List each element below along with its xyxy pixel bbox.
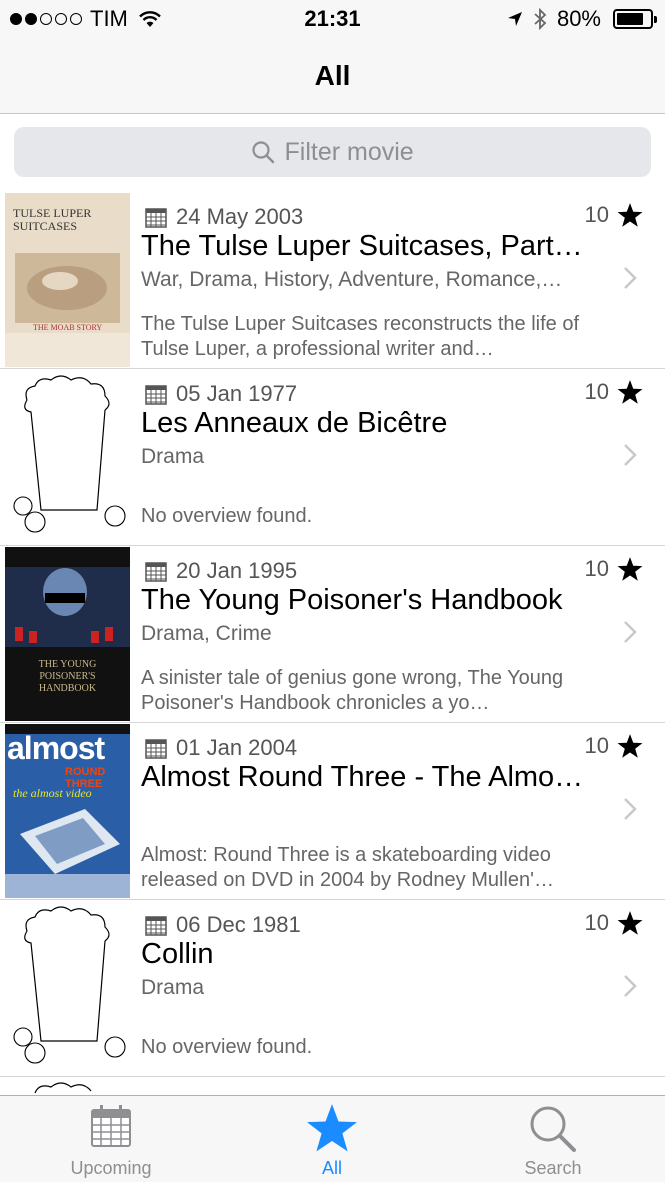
calendar-icon xyxy=(91,1105,131,1147)
rating: 10 xyxy=(585,910,643,936)
chevron-right-icon xyxy=(624,444,637,466)
tab-search[interactable]: Search xyxy=(442,1096,664,1182)
chevron-right-icon xyxy=(624,798,637,820)
tab-bar: Upcoming All Search xyxy=(0,1095,665,1182)
battery-percent: 80% xyxy=(556,6,601,31)
tab-upcoming-label: Upcoming xyxy=(70,1158,152,1178)
movie-title: Collin xyxy=(141,938,214,970)
poster-title-text: almost xyxy=(7,730,105,766)
search-icon xyxy=(251,141,274,164)
bluetooth-icon xyxy=(534,8,547,30)
movie-row[interactable]: THE YOUNG POISONER'S HANDBOOK 20 Jan 199… xyxy=(0,546,665,723)
star-icon xyxy=(617,557,643,581)
calendar-icon xyxy=(145,562,167,582)
movie-row[interactable]: TULSE LUPER SUITCASES THE MOAB STORY 24 … xyxy=(0,192,665,369)
status-bar: TIM 21:31 80% xyxy=(0,0,665,40)
movie-overview: The Tulse Luper Suitcases reconstructs t… xyxy=(141,313,579,360)
status-right: 80% xyxy=(507,6,657,32)
poster-subtitle-text: THE MOAB STORY xyxy=(33,323,103,332)
search-bar xyxy=(0,114,665,192)
movie-poster: TULSE LUPER SUITCASES THE MOAB STORY xyxy=(5,193,130,367)
chevron-right-icon xyxy=(624,975,637,997)
rating-value: 10 xyxy=(584,379,609,404)
movie-row[interactable]: 06 Dec 1981 10 Collin Drama No overview … xyxy=(0,900,665,1077)
rating: 10 xyxy=(585,379,643,405)
tab-search-label: Search xyxy=(524,1158,582,1178)
movie-genres: Drama, Crime xyxy=(141,622,272,645)
popcorn-placeholder-icon xyxy=(5,901,130,1075)
movie-overview: A sinister tale of genius gone wrong, Th… xyxy=(141,667,564,714)
movie-genres: Drama xyxy=(141,976,205,999)
movie-title: The Young Poisoner's Handbook xyxy=(141,584,563,616)
battery-icon xyxy=(613,9,657,29)
movie-poster: THE YOUNG POISONER'S HANDBOOK xyxy=(5,547,130,721)
release-date-text: 05 Jan 1977 xyxy=(176,381,298,406)
release-date-text: 20 Jan 1995 xyxy=(176,558,298,583)
rating: 10 xyxy=(585,733,643,759)
release-date: 06 Dec 1981 xyxy=(145,912,301,938)
tab-upcoming[interactable]: Upcoming xyxy=(0,1096,222,1182)
movie-list: TULSE LUPER SUITCASES THE MOAB STORY 24 … xyxy=(0,192,665,1107)
chevron-right-icon xyxy=(624,267,637,289)
star-icon xyxy=(617,203,643,227)
release-date: 20 Jan 1995 xyxy=(145,558,297,584)
star-icon xyxy=(617,734,643,758)
release-date-text: 24 May 2003 xyxy=(176,204,304,229)
calendar-icon xyxy=(145,916,167,936)
movie-genres: War, Drama, History, Adventure, Romance,… xyxy=(141,268,563,291)
search-field[interactable] xyxy=(14,127,651,177)
search-icon xyxy=(530,1106,576,1152)
rating: 10 xyxy=(585,202,643,228)
movie-title: Les Anneaux de Bicêtre xyxy=(141,407,448,439)
rating-value: 10 xyxy=(584,202,609,227)
movie-title: Almost Round Three - The Almo… xyxy=(141,761,584,793)
calendar-icon xyxy=(145,739,167,759)
navigation-bar: All xyxy=(0,40,665,114)
poster-title-text: THE YOUNG POISONER'S HANDBOOK xyxy=(38,659,97,694)
release-date-text: 06 Dec 1981 xyxy=(176,912,301,937)
movie-genres: Drama xyxy=(141,445,205,468)
movie-overview: Almost: Round Three is a skateboarding v… xyxy=(141,844,554,891)
poster-tagline-text: the almost video xyxy=(13,786,92,800)
chevron-right-icon xyxy=(624,621,637,643)
movie-row[interactable]: 05 Jan 1977 10 Les Anneaux de Bicêtre Dr… xyxy=(0,369,665,546)
page-title: All xyxy=(314,60,351,91)
star-icon xyxy=(307,1104,357,1152)
rating: 10 xyxy=(585,556,643,582)
rating-value: 10 xyxy=(584,733,609,758)
star-icon xyxy=(617,380,643,404)
calendar-icon xyxy=(145,208,167,228)
calendar-icon xyxy=(145,385,167,405)
tab-all-label: All xyxy=(321,1158,342,1178)
release-date: 24 May 2003 xyxy=(145,204,303,230)
poster-title-text: TULSE LUPER SUITCASES xyxy=(13,206,92,233)
tab-all[interactable]: All xyxy=(221,1096,443,1182)
filter-movie-input[interactable] xyxy=(284,137,415,167)
movie-poster: almost ROUND THREE the almost video xyxy=(5,724,130,898)
movie-row[interactable]: almost ROUND THREE the almost video 01 J… xyxy=(0,723,665,900)
movie-title: The Tulse Luper Suitcases, Part… xyxy=(141,230,583,262)
release-date: 01 Jan 2004 xyxy=(145,735,297,761)
star-icon xyxy=(617,911,643,935)
release-date: 05 Jan 1977 xyxy=(145,381,297,407)
location-arrow-icon xyxy=(507,12,522,26)
popcorn-placeholder-icon xyxy=(5,370,130,544)
rating-value: 10 xyxy=(584,910,609,935)
rating-value: 10 xyxy=(584,556,609,581)
release-date-text: 01 Jan 2004 xyxy=(176,735,298,760)
